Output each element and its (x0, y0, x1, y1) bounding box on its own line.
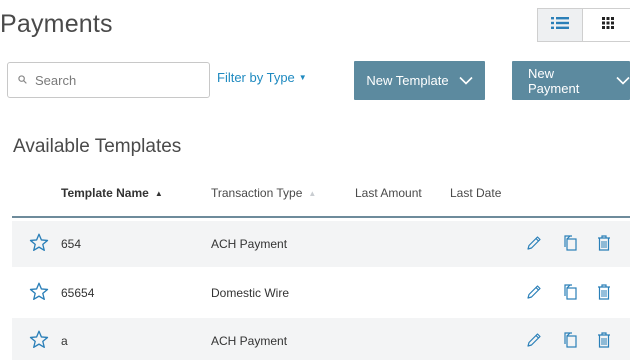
delete-trash-icon[interactable] (596, 283, 612, 306)
search-icon (18, 71, 27, 89)
filter-by-type-dropdown[interactable]: Filter by Type ▼ (217, 70, 307, 85)
table-row: 654 ACH Payment (12, 221, 630, 267)
column-header-label: Last Amount (355, 186, 422, 200)
transaction-type-cell: ACH Payment (211, 237, 288, 251)
transaction-type-cell: Domestic Wire (211, 286, 290, 300)
chevron-down-icon (616, 73, 630, 88)
star-icon[interactable] (29, 330, 49, 354)
transaction-type-cell: ACH Payment (211, 334, 288, 348)
filter-by-type-label: Filter by Type (217, 70, 295, 85)
edit-pencil-icon[interactable] (525, 234, 543, 257)
column-header-template-name[interactable]: Template Name ▲ (61, 186, 163, 200)
edit-pencil-icon[interactable] (525, 331, 543, 354)
column-header-label: Transaction Type (211, 186, 303, 200)
new-payment-label: New Payment (528, 65, 580, 96)
list-view-button[interactable] (537, 8, 583, 42)
search-input[interactable]: Search (7, 62, 210, 98)
table-row: 65654 Domestic Wire (12, 270, 630, 316)
new-template-label: New Template (366, 73, 449, 88)
column-header-last-date[interactable]: Last Date (450, 186, 501, 200)
star-icon[interactable] (29, 282, 49, 306)
view-toggle (537, 8, 630, 42)
column-header-label: Last Date (450, 186, 502, 200)
table-header: Template Name ▲ Transaction Type ▲ Last … (12, 176, 630, 218)
caret-down-icon: ▼ (298, 73, 307, 82)
list-icon (551, 16, 569, 35)
new-template-button[interactable]: New Template (354, 61, 485, 100)
copy-icon[interactable] (561, 234, 579, 257)
delete-trash-icon[interactable] (596, 331, 612, 354)
grid-view-button[interactable] (583, 8, 630, 42)
copy-icon[interactable] (561, 283, 579, 306)
template-name-cell[interactable]: a (61, 334, 68, 348)
copy-icon[interactable] (561, 331, 579, 354)
chevron-down-icon (458, 73, 473, 88)
edit-pencil-icon[interactable] (525, 283, 543, 306)
star-icon[interactable] (29, 233, 49, 257)
search-placeholder: Search (35, 72, 77, 88)
column-header-label: Template Name (61, 186, 149, 200)
grid-icon (601, 16, 614, 34)
sort-icon: ▲ (308, 188, 317, 198)
delete-trash-icon[interactable] (596, 234, 612, 257)
section-title: Available Templates (13, 136, 182, 157)
column-header-transaction-type[interactable]: Transaction Type ▲ (211, 186, 316, 200)
column-header-last-amount[interactable]: Last Amount (355, 186, 422, 200)
new-payment-button[interactable]: New Payment (512, 61, 630, 100)
sort-ascending-icon: ▲ (154, 188, 163, 198)
page-title: Payments (0, 10, 113, 38)
template-name-cell[interactable]: 65654 (61, 286, 94, 300)
table-row: a ACH Payment (12, 318, 630, 360)
template-name-cell[interactable]: 654 (61, 237, 81, 251)
